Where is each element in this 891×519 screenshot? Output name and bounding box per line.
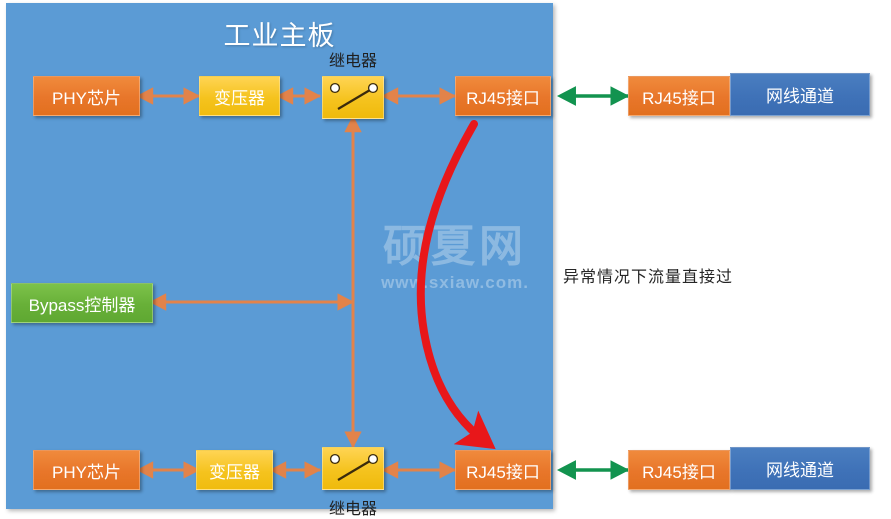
node-bottom-transformer[interactable]: 变压器 (196, 450, 273, 490)
node-label: 网线通道 (766, 87, 834, 106)
node-label: PHY芯片 (52, 88, 121, 108)
node-label: 变压器 (214, 88, 265, 108)
node-bottom-rj45-internal[interactable]: RJ45接口 (455, 450, 551, 490)
diagram-canvas: 工业主板 硕夏网 www.sxiaw.com. PHY芯片 变压器 继电器 RJ… (0, 0, 891, 518)
relay-label-top: 继电器 (328, 53, 377, 70)
node-top-phy-chip[interactable]: PHY芯片 (33, 76, 140, 116)
annotation-bypass-flow: 异常情况下流量直接过 (563, 269, 734, 286)
node-top-transformer[interactable]: 变压器 (199, 76, 280, 116)
node-bottom-relay[interactable] (322, 447, 384, 490)
node-bypass-controller[interactable]: Bypass控制器 (11, 283, 153, 323)
node-label: 变压器 (209, 462, 260, 482)
node-label: RJ45接口 (642, 462, 716, 482)
node-label: RJ45接口 (466, 88, 540, 108)
node-label: Bypass控制器 (28, 295, 136, 315)
node-bottom-cable-channel[interactable]: 网线通道 (730, 447, 870, 490)
node-label: RJ45接口 (642, 88, 716, 108)
node-top-cable-channel[interactable]: 网线通道 (730, 73, 870, 116)
relay-switch-icon (329, 82, 379, 110)
node-top-rj45-internal[interactable]: RJ45接口 (455, 76, 551, 116)
node-top-rj45-external[interactable]: RJ45接口 (628, 76, 730, 116)
node-bottom-phy-chip[interactable]: PHY芯片 (33, 450, 140, 490)
node-label: RJ45接口 (466, 462, 540, 482)
relay-label-bottom: 继电器 (328, 501, 377, 518)
node-label: PHY芯片 (52, 462, 121, 482)
node-label: 网线通道 (766, 461, 834, 480)
relay-switch-icon (329, 453, 379, 481)
node-bottom-rj45-external[interactable]: RJ45接口 (628, 450, 730, 490)
page-title: 工业主板 (223, 21, 336, 51)
node-top-relay[interactable] (322, 76, 384, 119)
